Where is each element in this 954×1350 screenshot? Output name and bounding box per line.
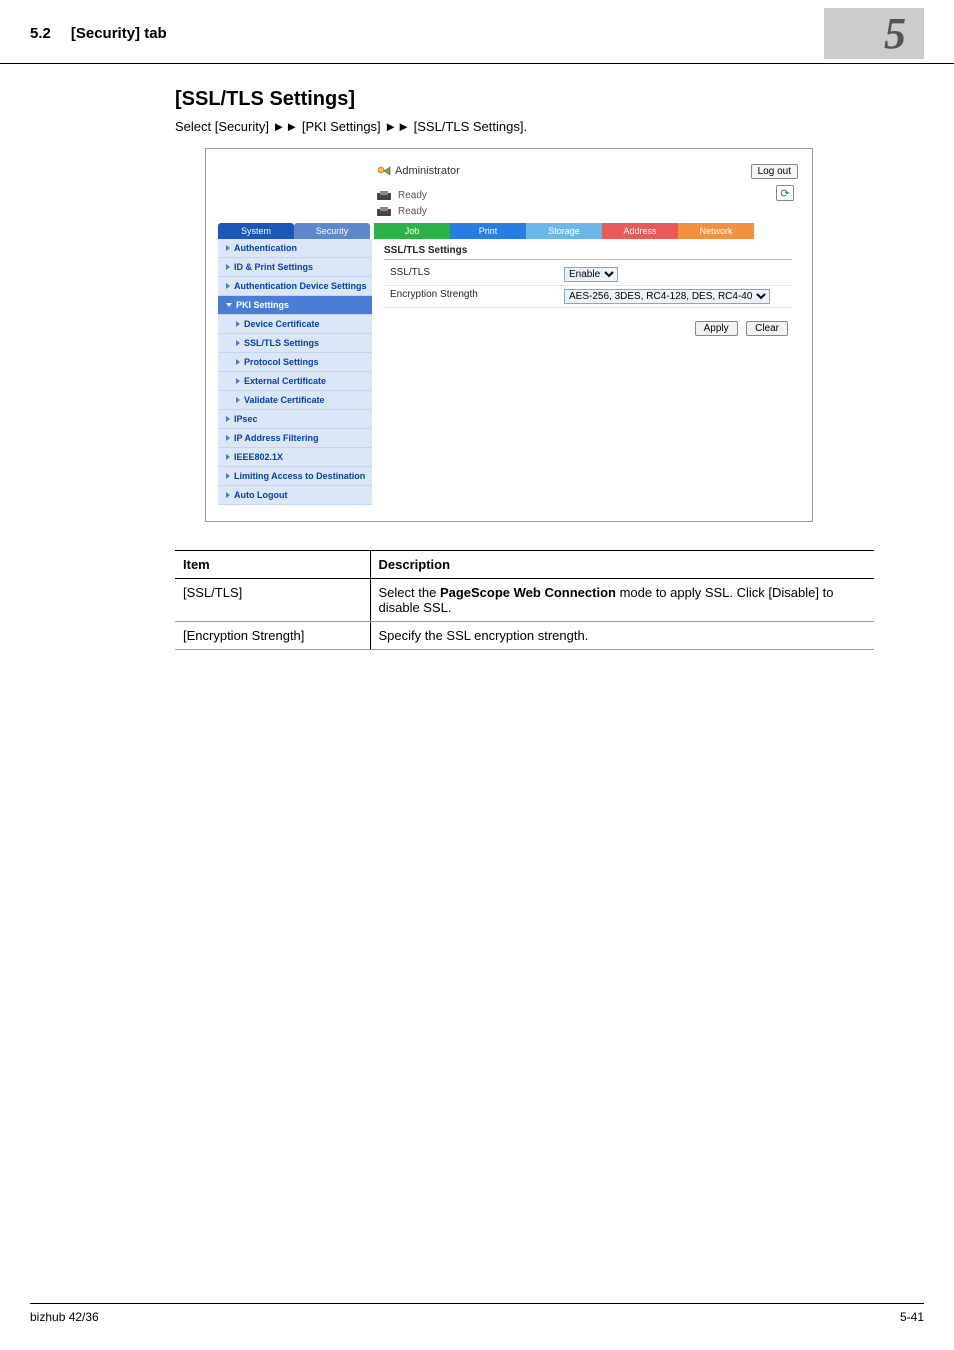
tab-network[interactable]: Network (678, 223, 754, 239)
sidebar-item-ssl-tls[interactable]: SSL/TLS Settings (218, 334, 372, 353)
th-desc: Description (370, 551, 874, 579)
tab-print[interactable]: Print (450, 223, 526, 239)
sidebar-item-protocol[interactable]: Protocol Settings (218, 353, 372, 372)
sidebar-item-device-cert[interactable]: Device Certificate (218, 315, 372, 334)
footer-product: bizhub 42/36 (30, 1310, 99, 1324)
page-footer: bizhub 42/36 5-41 (30, 1303, 924, 1324)
sidebar: Authentication ID & Print Settings Authe… (218, 239, 372, 505)
encryption-strength-select[interactable]: AES-256, 3DES, RC4-128, DES, RC4-40 (564, 289, 770, 304)
sidebar-item-auto-logout[interactable]: Auto Logout (218, 486, 372, 505)
intro-text: Select [Security] ►► [PKI Settings] ►► [… (175, 119, 874, 134)
sidebar-item-external-cert[interactable]: External Certificate (218, 372, 372, 391)
page-title: [SSL/TLS Settings] (175, 88, 874, 111)
sidebar-item-ipfilter[interactable]: IP Address Filtering (218, 429, 372, 448)
apply-button[interactable]: Apply (695, 321, 738, 336)
tab-bar: System Security Job Print Storage Addres… (218, 223, 800, 239)
screenshot-panel: Administrator Log out Ready Ready ⟳ Syst… (205, 148, 813, 522)
cell-desc: Select the PageScope Web Connection mode… (370, 579, 874, 622)
table-row: [Encryption Strength] Specify the SSL en… (175, 622, 874, 650)
printer-icon (376, 205, 394, 217)
sidebar-item-auth-device[interactable]: Authentication Device Settings (218, 277, 372, 296)
row-enc-label: Encryption Strength (384, 289, 564, 304)
sidebar-item-limiting[interactable]: Limiting Access to Destination (218, 467, 372, 486)
ssl-enable-select[interactable]: Enable (564, 267, 618, 282)
logout-button[interactable]: Log out (751, 164, 798, 179)
sidebar-item-pki[interactable]: PKI Settings (218, 296, 372, 315)
sidebar-item-authentication[interactable]: Authentication (218, 239, 372, 258)
admin-label: Administrator (395, 165, 751, 177)
section-number: 5.2 (30, 25, 51, 42)
sidebar-item-ipsec[interactable]: IPsec (218, 410, 372, 429)
settings-panel: SSL/TLS Settings SSL/TLS Enable Encrypti… (372, 239, 800, 505)
admin-icon (376, 165, 392, 177)
panel-title: SSL/TLS Settings (384, 245, 792, 260)
printer-icon (376, 189, 394, 201)
sidebar-item-id-print[interactable]: ID & Print Settings (218, 258, 372, 277)
description-table: Item Description [SSL/TLS] Select the Pa… (175, 550, 874, 650)
sidebar-item-ieee[interactable]: IEEE802.1X (218, 448, 372, 467)
refresh-button[interactable]: ⟳ (776, 185, 794, 201)
sidebar-item-validate-cert[interactable]: Validate Certificate (218, 391, 372, 410)
tab-storage[interactable]: Storage (526, 223, 602, 239)
section-title: [Security] tab (71, 25, 824, 42)
page-header: 5.2 [Security] tab 5 (0, 0, 954, 64)
cell-item: [SSL/TLS] (175, 579, 370, 622)
tab-job[interactable]: Job (374, 223, 450, 239)
tab-system[interactable]: System (218, 223, 294, 239)
footer-page: 5-41 (900, 1310, 924, 1324)
tab-address[interactable]: Address (602, 223, 678, 239)
status-ready-2: Ready (398, 206, 427, 217)
row-ssl-label: SSL/TLS (384, 267, 564, 282)
cell-desc: Specify the SSL encryption strength. (370, 622, 874, 650)
clear-button[interactable]: Clear (746, 321, 788, 336)
status-ready-1: Ready (398, 190, 427, 201)
chapter-number: 5 (824, 8, 924, 59)
table-row: [SSL/TLS] Select the PageScope Web Conne… (175, 579, 874, 622)
tab-security[interactable]: Security (294, 223, 370, 239)
th-item: Item (175, 551, 370, 579)
cell-item: [Encryption Strength] (175, 622, 370, 650)
